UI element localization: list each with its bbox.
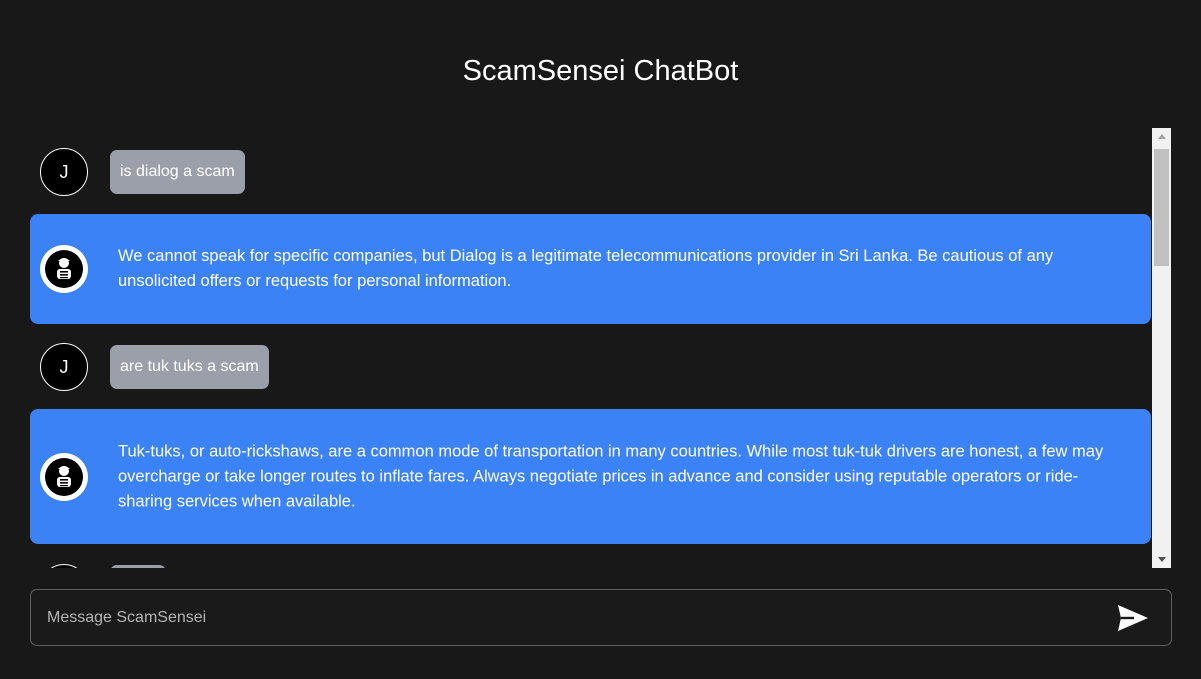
send-icon <box>1118 605 1148 631</box>
chat-page: ScamSensei ChatBot J is dialog a scam We… <box>0 0 1201 679</box>
message-list[interactable]: J is dialog a scam We cannot speak for s… <box>30 128 1152 568</box>
bot-message-text: Tuk-tuks, or auto-rickshaws, are a commo… <box>118 442 1104 510</box>
bot-message-text: We cannot speak for specific companies, … <box>118 247 1054 290</box>
user-message-bubble-partial <box>110 565 166 568</box>
user-avatar: J <box>40 148 88 196</box>
user-message-bubble: is dialog a scam <box>110 150 245 194</box>
scroll-up-arrow-icon[interactable] <box>1152 128 1171 145</box>
user-avatar-partial <box>40 564 88 568</box>
bot-message: Tuk-tuks, or auto-rickshaws, are a commo… <box>30 409 1151 544</box>
message-input[interactable] <box>32 591 1092 644</box>
send-button[interactable] <box>1115 601 1151 635</box>
scam-sensei-bot-icon <box>45 250 83 288</box>
bot-avatar <box>40 245 88 293</box>
scrollbar-thumb[interactable] <box>1154 149 1169 266</box>
bot-message: We cannot speak for specific companies, … <box>30 214 1151 324</box>
user-avatar: J <box>40 343 88 391</box>
user-message-bubble: are tuk tuks a scam <box>110 345 269 389</box>
message-composer <box>30 589 1172 646</box>
page-title: ScamSensei ChatBot <box>462 55 739 87</box>
user-avatar-letter: J <box>59 356 69 377</box>
scam-sensei-bot-icon <box>45 457 83 496</box>
scroll-down-arrow-icon[interactable] <box>1152 551 1171 568</box>
user-avatar-letter: J <box>59 161 69 182</box>
chat-scrollbar[interactable] <box>1152 128 1171 568</box>
bot-avatar <box>40 452 88 501</box>
